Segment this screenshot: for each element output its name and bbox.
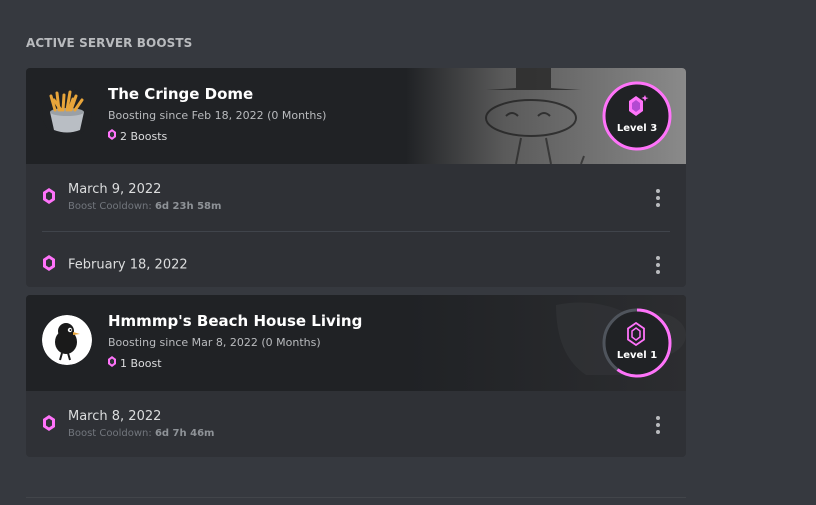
cooldown-value: 6d 23h 58m [154, 201, 222, 212]
cooldown-label: Boost Cooldown: [68, 428, 152, 439]
boosting-since: Boosting since Feb 18, 2022 (0 Months) [108, 109, 327, 122]
more-options-button[interactable] [652, 188, 664, 208]
server-level: Level 3 [616, 123, 658, 134]
boost-date: March 9, 2022 [68, 182, 162, 197]
server-name: Hmmmp's Beach House Living [108, 312, 363, 330]
boost-count-label: 2 Boosts [120, 129, 168, 143]
server-level-badge: Level 1 [601, 307, 673, 379]
server-boost-card: Hmmmp's Beach House Living Boosting sinc… [26, 295, 686, 457]
section-divider [26, 497, 686, 498]
boost-gem-icon [43, 254, 55, 275]
server-icon [42, 315, 92, 365]
boost-row: February 18, 2022 [26, 231, 686, 287]
cooldown-value: 6d 7h 46m [154, 428, 215, 439]
server-level: Level 1 [616, 350, 658, 361]
level-1-gem-icon [626, 321, 646, 350]
server-name: The Cringe Dome [108, 85, 254, 103]
boost-gem-icon [108, 356, 116, 370]
boost-row: March 8, 2022 Boost Cooldown: 6d 7h 46m [26, 391, 686, 457]
boost-count-label: 1 Boost [120, 356, 162, 370]
server-header: Hmmmp's Beach House Living Boosting sinc… [26, 295, 686, 391]
more-options-button[interactable] [652, 415, 664, 435]
boosting-since: Boosting since Mar 8, 2022 (0 Months) [108, 336, 321, 349]
boost-count: 2 Boosts [108, 129, 167, 143]
boost-gem-icon [108, 129, 116, 143]
boost-date: February 18, 2022 [68, 257, 188, 272]
boost-date: March 8, 2022 [68, 409, 162, 424]
boost-gem-icon [43, 187, 55, 208]
server-level-badge: Level 3 [601, 80, 673, 152]
cooldown-label: Boost Cooldown: [68, 201, 152, 212]
server-header: The Cringe Dome Boosting since Feb 18, 2… [26, 68, 686, 164]
boost-gem-icon [43, 414, 55, 435]
boost-count: 1 Boost [108, 356, 162, 370]
server-boost-card: The Cringe Dome Boosting since Feb 18, 2… [26, 68, 686, 287]
boost-row: March 9, 2022 Boost Cooldown: 6d 23h 58m [26, 164, 686, 231]
server-icon [42, 88, 92, 138]
boost-cooldown: Boost Cooldown: 6d 23h 58m [68, 201, 221, 212]
boost-cooldown: Boost Cooldown: 6d 7h 46m [68, 428, 214, 439]
more-options-button[interactable] [652, 255, 664, 275]
level-3-gem-icon [627, 94, 649, 122]
section-title: ACTIVE SERVER BOOSTS [26, 36, 193, 50]
